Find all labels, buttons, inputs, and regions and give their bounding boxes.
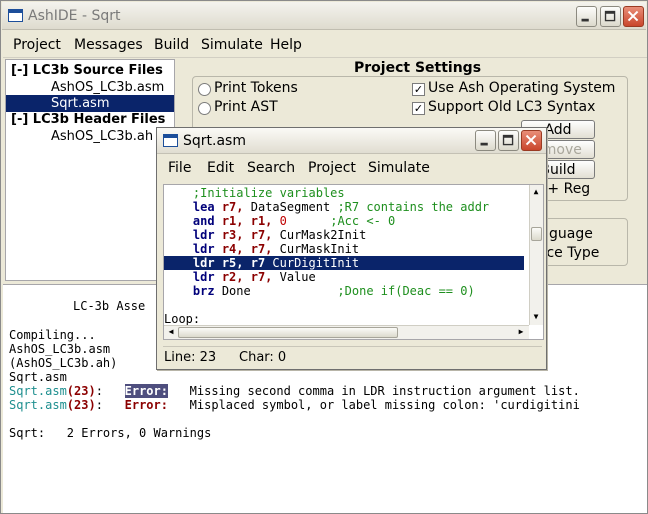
editor-maximize-button[interactable] (498, 130, 519, 151)
close-button[interactable] (623, 6, 644, 27)
console-line-ashos-asm: AshOS_LC3b.asm (9, 342, 111, 356)
menu-build[interactable]: Build (154, 37, 189, 53)
editor-minimize-button[interactable] (475, 130, 496, 151)
print-tokens-radio[interactable] (198, 83, 211, 96)
title-bar: AshIDE - Sqrt (2, 2, 646, 30)
tree-item-sqrt-asm[interactable]: Sqrt.asm (6, 95, 174, 112)
maximize-button[interactable] (600, 6, 621, 27)
error1-file[interactable]: Sqrt.asm (9, 384, 67, 398)
editor-menu-search[interactable]: Search (247, 160, 295, 176)
horizontal-scroll-thumb[interactable] (178, 327, 398, 338)
maximize-icon (502, 134, 514, 146)
close-icon (627, 10, 639, 22)
app-window-icon (8, 9, 23, 22)
tree-source-files-header[interactable]: [-] LC3b Source Files (6, 62, 174, 79)
error1-message: Missing second comma in LDR instruction … (189, 384, 580, 398)
editor-horizontal-scrollbar[interactable]: ◀ ▶ (164, 325, 529, 339)
editor-vertical-scrollbar[interactable]: ▲ ▼ (529, 185, 543, 325)
vertical-scroll-thumb[interactable] (531, 227, 542, 241)
menu-simulate[interactable]: Simulate (201, 37, 263, 53)
minimize-icon (581, 18, 589, 22)
minimize-icon (480, 142, 488, 146)
print-ast-label: Print AST (214, 99, 278, 115)
console-line-compiling: Compiling... (9, 328, 96, 342)
error2-colon: : (95, 398, 103, 412)
code-line: and r1, r1, 0 ;Acc <- 0 (192, 214, 396, 228)
console-error-line-1[interactable]: Sqrt.asm(23): Error: Missing second comm… (9, 384, 580, 398)
error1-colon: : (95, 384, 103, 398)
use-ash-os-label: Use Ash Operating System (428, 80, 616, 96)
code-line-current: ldr r5, r7 CurDigitInit (164, 256, 524, 270)
editor-close-button[interactable] (521, 130, 542, 151)
support-old-syntax-label: Support Old LC3 Syntax (428, 99, 596, 115)
editor-window-icon (163, 134, 178, 147)
menu-messages[interactable]: Messages (74, 37, 143, 53)
code-line: ldr r2, r7, Value (192, 270, 316, 284)
language-label: guage (549, 226, 593, 242)
console-line-header: LC-3b Asse (73, 299, 146, 313)
editor-menu-project[interactable]: Project (308, 160, 356, 176)
editor-window: Sqrt.asm File Edit Search Project Simula… (156, 127, 547, 370)
window-title: AshIDE - Sqrt (28, 8, 121, 24)
menu-help[interactable]: Help (270, 37, 302, 53)
print-ast-radio[interactable] (198, 102, 211, 115)
close-icon (525, 134, 537, 146)
code-line: lea r7, DataSegment ;R7 contains the add… (192, 200, 490, 214)
tree-header-files-header[interactable]: [-] LC3b Header Files (6, 111, 174, 128)
scroll-left-icon[interactable]: ◀ (165, 326, 177, 338)
project-settings-title: Project Settings (354, 60, 482, 76)
error1-tag: Error: (124, 384, 168, 398)
console-summary: Sqrt: 2 Errors, 0 Warnings (9, 426, 212, 440)
menu-project[interactable]: Project (13, 37, 61, 53)
support-old-syntax-checkbox[interactable]: ✓ (412, 102, 425, 115)
scroll-right-icon[interactable]: ▶ (515, 326, 527, 338)
editor-status-bar: Line: 23 Char: 0 (163, 346, 542, 366)
code-line: Loop: (164, 312, 201, 326)
console-line-sqrt: Sqrt.asm (9, 370, 67, 384)
console-line-ashos-ah: (AshOS_LC3b.ah) (9, 356, 118, 370)
main-window: AshIDE - Sqrt Project Messages Build Sim… (0, 0, 648, 514)
code-line: ;Initialize variables (192, 186, 345, 200)
maximize-icon (604, 10, 616, 22)
code-line: ldr r3, r7, CurMask2Init (192, 228, 367, 242)
minimize-button[interactable] (576, 6, 597, 27)
use-ash-os-checkbox[interactable]: ✓ (412, 83, 425, 96)
code-editor[interactable]: ;Initialize variables lea r7, DataSegmen… (163, 184, 544, 340)
scroll-down-icon[interactable]: ▼ (530, 311, 542, 323)
console-error-line-2[interactable]: Sqrt.asm(23): Error: Misplaced symbol, o… (9, 398, 580, 412)
status-line-number: Line: 23 (164, 350, 217, 365)
editor-title-bar: Sqrt.asm (157, 128, 546, 154)
error1-line-number: (23) (66, 384, 96, 398)
error2-file[interactable]: Sqrt.asm (9, 398, 67, 412)
code-line: brz Done ;Done if(Deac == 0) (192, 284, 475, 298)
error2-message: Misplaced symbol, or label missing colon… (189, 398, 580, 412)
tree-item-ashos-ah[interactable]: AshOS_LC3b.ah (6, 128, 174, 145)
project-tree: [-] LC3b Source Files AshOS_LC3b.asm Sqr… (5, 59, 175, 281)
source-type-label: rce Type (541, 245, 600, 261)
print-tokens-label: Print Tokens (214, 80, 298, 96)
editor-menu-file[interactable]: File (168, 160, 191, 176)
menu-bar: Project Messages Build Simulate Help (3, 32, 647, 58)
editor-menu-simulate[interactable]: Simulate (368, 160, 430, 176)
editor-menu-edit[interactable]: Edit (207, 160, 234, 176)
status-char-number: Char: 0 (239, 350, 287, 365)
scroll-up-icon[interactable]: ▲ (530, 186, 542, 198)
error2-tag: Error: (124, 398, 168, 412)
editor-window-title: Sqrt.asm (183, 133, 246, 149)
error2-line-number: (23) (66, 398, 96, 412)
code-line: ldr r4, r7, CurMaskInit (192, 242, 360, 256)
tree-item-ashos-asm[interactable]: AshOS_LC3b.asm (6, 79, 174, 96)
